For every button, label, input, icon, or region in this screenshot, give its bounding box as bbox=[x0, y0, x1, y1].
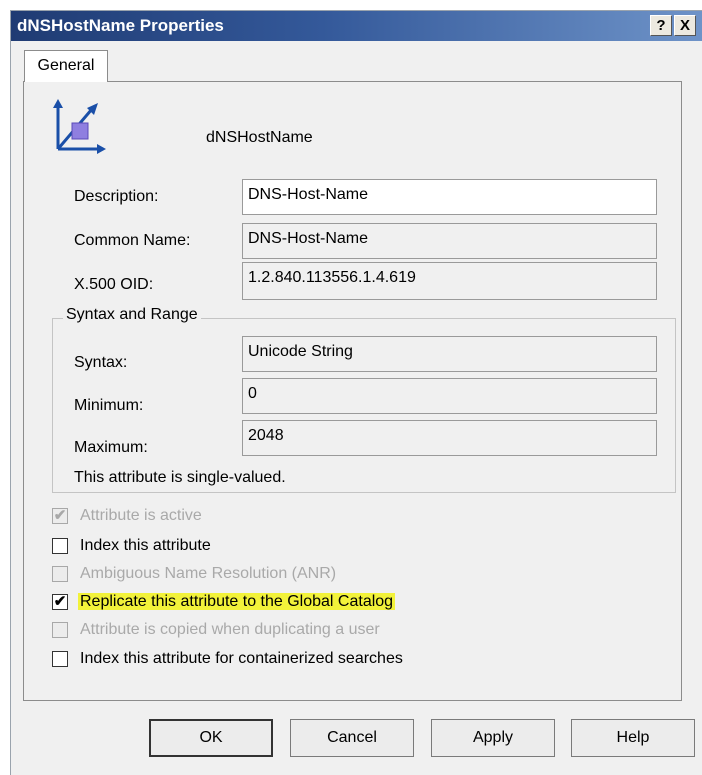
help-button[interactable]: Help bbox=[571, 719, 695, 757]
copied-duplicating-checkbox[interactable] bbox=[52, 622, 68, 638]
minimum-label: Minimum: bbox=[74, 397, 144, 414]
syntax-label: Syntax: bbox=[74, 354, 128, 371]
index-attribute-checkbox[interactable] bbox=[52, 538, 68, 554]
common-name-field: DNS-Host-Name bbox=[242, 223, 657, 259]
replicate-gc-label: Replicate this attribute to the Global C… bbox=[78, 593, 396, 610]
maximum-label: Maximum: bbox=[74, 439, 148, 456]
description-label: Description: bbox=[74, 188, 159, 205]
index-attribute-label: Index this attribute bbox=[80, 537, 211, 554]
oid-label: X.500 OID: bbox=[74, 276, 154, 293]
maximum-field: 2048 bbox=[242, 420, 657, 456]
common-name-label: Common Name: bbox=[74, 232, 191, 249]
anr-checkbox[interactable] bbox=[52, 566, 68, 582]
attribute-name: dNSHostName bbox=[206, 129, 313, 146]
syntax-range-title: Syntax and Range bbox=[63, 306, 201, 324]
window-title: dNSHostName Properties bbox=[17, 16, 224, 35]
index-containerized-checkbox[interactable] bbox=[52, 651, 68, 667]
apply-button[interactable]: Apply bbox=[431, 719, 555, 757]
replicate-gc-checkbox[interactable]: ✔ bbox=[52, 594, 68, 610]
attribute-icon bbox=[53, 99, 106, 154]
close-button[interactable]: X bbox=[674, 15, 696, 36]
minimum-field: 0 bbox=[242, 378, 657, 414]
attribute-active-checkbox[interactable]: ✔ bbox=[52, 508, 68, 524]
anr-label: Ambiguous Name Resolution (ANR) bbox=[80, 565, 337, 582]
title-bar[interactable]: dNSHostName Properties ? X bbox=[11, 11, 702, 41]
copied-duplicating-label: Attribute is copied when duplicating a u… bbox=[80, 621, 380, 638]
syntax-field: Unicode String bbox=[242, 336, 657, 372]
description-field[interactable]: DNS-Host-Name bbox=[242, 179, 657, 215]
attribute-active-label: Attribute is active bbox=[80, 507, 202, 524]
oid-field: 1.2.840.113556.1.4.619 bbox=[242, 262, 657, 300]
help-titlebar-button[interactable]: ? bbox=[650, 15, 672, 36]
tab-general[interactable]: General bbox=[24, 50, 108, 82]
index-containerized-label: Index this attribute for containerized s… bbox=[80, 650, 403, 667]
single-valued-note: This attribute is single-valued. bbox=[74, 469, 286, 486]
ok-button[interactable]: OK bbox=[149, 719, 273, 757]
cancel-button[interactable]: Cancel bbox=[290, 719, 414, 757]
